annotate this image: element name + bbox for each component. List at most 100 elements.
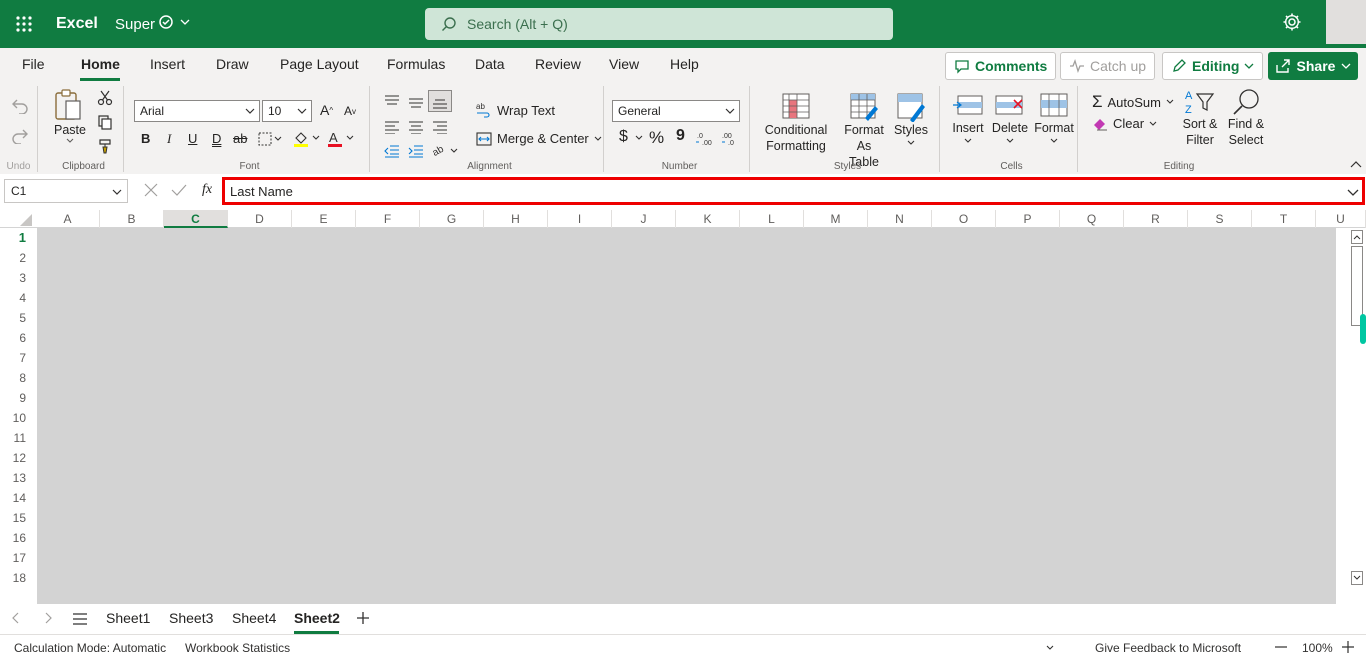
row-header[interactable]: 7 xyxy=(0,348,32,368)
format-as-table-button[interactable]: Format As Table xyxy=(836,92,892,170)
cut-icon[interactable] xyxy=(97,90,113,106)
select-all-icon[interactable] xyxy=(20,214,32,226)
align-bottom-button[interactable] xyxy=(428,90,452,112)
column-header[interactable]: Q xyxy=(1060,210,1124,228)
insert-cells-button[interactable]: Insert xyxy=(948,92,988,146)
italic-button[interactable]: I xyxy=(167,131,171,147)
tab-review[interactable]: Review xyxy=(535,56,581,72)
tab-formulas[interactable]: Formulas xyxy=(387,56,445,72)
sort-filter-button[interactable]: AZ Sort & Filter xyxy=(1176,88,1224,148)
wrap-text-button[interactable]: ab Wrap Text xyxy=(476,102,555,118)
delete-cells-button[interactable]: Delete xyxy=(990,92,1030,146)
next-sheet-icon[interactable] xyxy=(44,612,52,624)
percent-button[interactable]: % xyxy=(649,128,664,148)
column-header[interactable]: G xyxy=(420,210,484,228)
chevron-down-icon[interactable] xyxy=(1046,645,1054,651)
file-status-group[interactable] xyxy=(158,14,190,30)
tab-draw[interactable]: Draw xyxy=(216,56,249,72)
row-header[interactable]: 11 xyxy=(0,428,32,448)
row-header[interactable]: 10 xyxy=(0,408,32,428)
decrease-decimal-icon[interactable]: .00.0 xyxy=(721,130,739,146)
fill-color-icon[interactable] xyxy=(292,130,322,148)
column-header[interactable]: M xyxy=(804,210,868,228)
increase-decimal-icon[interactable]: .0.00 xyxy=(696,130,714,146)
format-cells-button[interactable]: Format xyxy=(1032,92,1076,146)
row-header[interactable]: 2 xyxy=(0,248,32,268)
paste-button[interactable]: Paste xyxy=(52,88,88,144)
chevron-down-icon[interactable] xyxy=(635,135,643,141)
clear-button[interactable]: Clear xyxy=(1092,116,1157,131)
redo-icon[interactable] xyxy=(11,128,29,144)
scroll-up-icon[interactable] xyxy=(1351,230,1363,244)
increase-font-size-icon[interactable]: A ^ xyxy=(320,102,333,118)
autosum-button[interactable]: Σ AutoSum xyxy=(1092,92,1174,112)
column-header[interactable]: C xyxy=(164,210,228,228)
workbook-statistics[interactable]: Workbook Statistics xyxy=(185,641,290,655)
bold-button[interactable]: B xyxy=(141,131,150,146)
zoom-out-icon[interactable] xyxy=(1275,646,1287,648)
app-name[interactable]: Excel xyxy=(56,15,98,33)
sheet-grid[interactable] xyxy=(37,228,1336,610)
formula-input[interactable]: Last Name xyxy=(222,177,1365,205)
vertical-scrollbar[interactable] xyxy=(1350,228,1366,588)
row-header[interactable]: 18 xyxy=(0,568,32,588)
row-header[interactable]: 3 xyxy=(0,268,32,288)
orientation-icon[interactable]: ab xyxy=(432,142,458,158)
row-header[interactable]: 1 xyxy=(0,228,32,248)
align-right-icon[interactable] xyxy=(432,120,448,134)
number-format-select[interactable]: General xyxy=(612,100,740,122)
scroll-down-icon[interactable] xyxy=(1351,571,1363,585)
name-box[interactable]: C1 xyxy=(4,179,128,203)
row-header[interactable]: 4 xyxy=(0,288,32,308)
tab-insert[interactable]: Insert xyxy=(150,56,185,72)
gear-icon[interactable] xyxy=(1282,12,1306,36)
tab-data[interactable]: Data xyxy=(475,56,505,72)
sheet-tab-4[interactable]: Sheet4 xyxy=(232,610,276,626)
sheet-tab-1[interactable]: Sheet1 xyxy=(106,610,150,626)
tab-home[interactable]: Home xyxy=(81,56,120,72)
align-middle-icon[interactable] xyxy=(408,96,424,110)
double-underline-button[interactable]: D xyxy=(212,131,221,146)
comma-style-button[interactable]: 9 xyxy=(676,127,685,145)
editing-mode-button[interactable]: Editing xyxy=(1162,52,1264,80)
decrease-indent-icon[interactable] xyxy=(384,144,400,158)
column-header[interactable]: R xyxy=(1124,210,1188,228)
column-header[interactable]: I xyxy=(548,210,612,228)
column-header[interactable]: L xyxy=(740,210,804,228)
zoom-in-icon[interactable] xyxy=(1342,641,1354,653)
confirm-entry-icon[interactable] xyxy=(171,183,187,197)
all-sheets-menu-icon[interactable] xyxy=(72,613,88,625)
copy-icon[interactable] xyxy=(97,114,113,130)
cancel-entry-icon[interactable] xyxy=(144,183,158,197)
tab-view[interactable]: View xyxy=(609,56,639,72)
sheet-tab-2[interactable]: Sheet2 xyxy=(294,610,340,626)
column-header[interactable]: A xyxy=(36,210,100,228)
column-header[interactable]: H xyxy=(484,210,548,228)
align-left-icon[interactable] xyxy=(384,120,400,134)
column-header[interactable]: O xyxy=(932,210,996,228)
font-size-select[interactable]: 10 xyxy=(262,100,312,122)
add-sheet-icon[interactable] xyxy=(357,612,369,624)
row-header[interactable]: 13 xyxy=(0,468,32,488)
column-header[interactable]: B xyxy=(100,210,164,228)
find-select-button[interactable]: Find & Select xyxy=(1222,88,1270,148)
row-header[interactable]: 12 xyxy=(0,448,32,468)
search-input[interactable]: Search (Alt + Q) xyxy=(425,8,893,40)
column-header[interactable]: U xyxy=(1316,210,1366,228)
column-header[interactable]: N xyxy=(868,210,932,228)
column-header[interactable]: K xyxy=(676,210,740,228)
row-header[interactable]: 17 xyxy=(0,548,32,568)
font-family-select[interactable]: Arial xyxy=(134,100,260,122)
prev-sheet-icon[interactable] xyxy=(12,612,20,624)
strikethrough-button[interactable]: ab xyxy=(233,131,247,146)
underline-button[interactable]: U xyxy=(188,131,197,146)
insert-function-button[interactable]: fx xyxy=(202,182,212,198)
currency-button[interactable]: $ xyxy=(619,128,628,146)
feedback-link[interactable]: Give Feedback to Microsoft xyxy=(1095,641,1241,655)
comments-button[interactable]: Comments xyxy=(945,52,1057,80)
share-button[interactable]: Share xyxy=(1268,52,1358,80)
column-header[interactable]: E xyxy=(292,210,356,228)
row-header[interactable]: 16 xyxy=(0,528,32,548)
undo-icon[interactable] xyxy=(11,98,29,114)
column-header[interactable]: J xyxy=(612,210,676,228)
